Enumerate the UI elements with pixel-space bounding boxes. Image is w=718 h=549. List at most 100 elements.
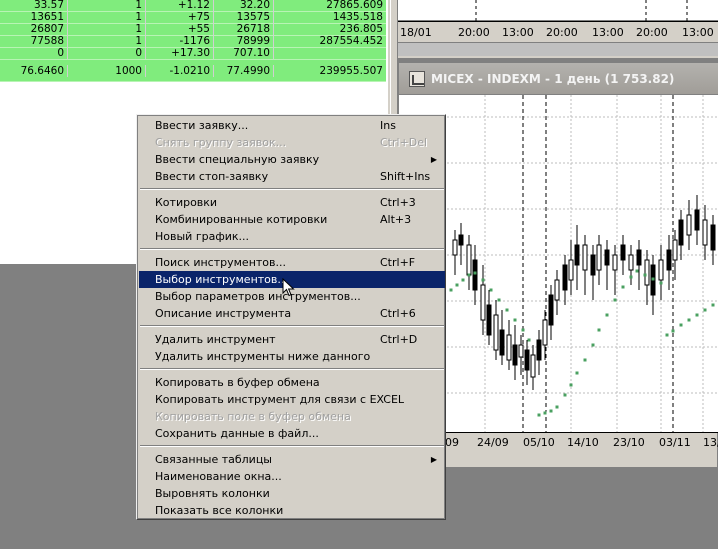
table-cell: 27865.609 [326,0,383,11]
candle-body [644,259,650,286]
table-cell: 1 [68,0,146,11]
candle-body [512,344,518,366]
menu-item-label: Копировать в буфер обмена [155,376,320,389]
sar-point [679,323,683,327]
horizontal-scrollbar[interactable] [398,42,718,56]
menu-item-delete-instrument[interactable]: Удалить инструмент Ctrl+D [139,331,445,348]
candle-body [506,334,512,361]
sar-point [527,338,531,342]
menu-item-instrument-description[interactable]: Описание инструмента Ctrl+6 [139,305,445,322]
candle-body [666,249,672,271]
menu-item-label: Удалить инструмент [155,333,276,346]
menu-item-label: Выбор параметров инструментов... [155,290,361,303]
menu-item-copy-excel-link[interactable]: Копировать инструмент для связи с EXCEL [139,391,445,408]
table-cell: +55 [146,23,214,35]
menu-item-copy-field: Копировать поле в буфер обмена [139,408,445,425]
menu-item-delete-instruments-below[interactable]: Удалить инструменты ниже данного [139,348,445,365]
candle-body [524,349,530,371]
menu-item-shortcut: Ctrl+D [380,333,418,346]
tick-label: 20:00 [636,26,668,39]
menu-separator [140,445,444,447]
candle-body [694,209,700,231]
candle-body [493,314,499,351]
sar-point [711,303,715,307]
candle-body [604,249,610,266]
table-cell: 1 [68,35,146,47]
candle-body [542,319,548,346]
sar-point [449,288,453,292]
sar-point [513,318,517,322]
menu-item-stop-order[interactable]: Ввести стоп-заявку Shift+Ins [139,168,445,185]
menu-item-label: Копировать поле в буфер обмена [155,410,351,423]
sar-point [575,371,579,375]
candle-body [686,214,692,236]
candle-body [536,339,542,361]
menu-item-copy-clipboard[interactable]: Копировать в буфер обмена [139,374,445,391]
menu-separator [140,325,444,327]
table-cell: 76.6460 [0,65,68,77]
menu-item-label: Новый график... [155,230,250,243]
menu-item-label: Ввести стоп-заявку [155,170,269,183]
top-chart: 18/01 20:00 13:00 20:00 13:00 20:00 13:0… [398,0,718,58]
candle-body [628,254,634,271]
sar-point [643,273,647,277]
sar-point [481,278,485,282]
tick-label: 13:00 [502,26,534,39]
tick-label: 23/10 [613,436,645,449]
menu-item-save-to-file[interactable]: Сохранить данные в файл... [139,425,445,442]
sar-point [659,281,663,285]
menu-item-window-name[interactable]: Наименование окна... [139,468,445,485]
menu-item-align-columns[interactable]: Выровнять колонки [139,485,445,502]
sar-point [597,328,601,332]
tick-label: 14/10 [567,436,599,449]
candle-body [466,244,472,276]
candle-body [499,329,505,356]
sar-point [521,328,525,332]
top-chart-plot[interactable] [398,0,718,22]
menu-item-quotes[interactable]: Котировки Ctrl+3 [139,194,445,211]
candle-body [574,244,580,266]
price-chart-plot[interactable] [399,95,718,433]
chart-title: MICEX - INDEXM - 1 день (1 753.82) [431,72,675,86]
candle-body [672,239,678,261]
candle-body [518,344,524,358]
table-cell: 707.10 [214,47,274,59]
sar-point [489,288,493,292]
chart-titlebar[interactable]: MICEX - INDEXM - 1 день (1 753.82) [399,63,718,95]
menu-item-label: Копировать инструмент для связи с EXCEL [155,393,405,406]
table-cell: 1 [68,23,146,35]
sar-point [473,271,477,275]
table-cell: -1.0210 [146,65,214,77]
sar-point [605,313,609,317]
chart-window[interactable]: MICEX - INDEXM - 1 день (1 753.82) 09 24… [398,62,718,468]
menu-item-find-instruments[interactable]: Поиск инструментов... Ctrl+F [139,254,445,271]
tick-label: 13:00 [682,26,714,39]
tick-label: 20:00 [458,26,490,39]
menu-item-show-all-columns[interactable]: Показать все колонки [139,502,445,519]
table-row[interactable]: 76.6460 1000 -1.0210 77.4990 239955.507 [0,60,386,82]
sar-point [621,285,625,289]
menu-item-linked-tables[interactable]: Связанные таблицы ▶ [139,451,445,468]
tick-label: 09 [445,436,459,449]
menu-item-shortcut: Ctrl+Del [380,136,428,149]
sar-point [629,275,633,279]
table-cell: +17.30 [146,47,214,59]
sar-point [591,343,595,347]
menu-item-new-chart[interactable]: Новый график... [139,228,445,245]
submenu-arrow-icon: ▶ [430,155,437,164]
candle-body [562,264,568,291]
table-cell: 78999 [214,35,274,47]
menu-item-label: Выбор инструментов... [155,273,288,286]
menu-item-combined-quotes[interactable]: Комбинированные котировки Alt+3 [139,211,445,228]
menu-item-enter-order[interactable]: Ввести заявку... Ins [139,117,445,134]
table-row[interactable]: 0 0 +17.30 707.10 [0,47,386,60]
candle-body [554,279,560,301]
table-cell: -1176 [146,35,214,47]
menu-item-label: Снять группу заявок... [155,136,287,149]
candle-body [710,224,716,251]
menu-item-label: Ввести специальную заявку [155,153,320,166]
menu-item-special-order[interactable]: Ввести специальную заявку ▶ [139,151,445,168]
candle-body [596,244,602,271]
table-cell: 77.4990 [214,65,274,77]
candle-body [472,259,478,291]
